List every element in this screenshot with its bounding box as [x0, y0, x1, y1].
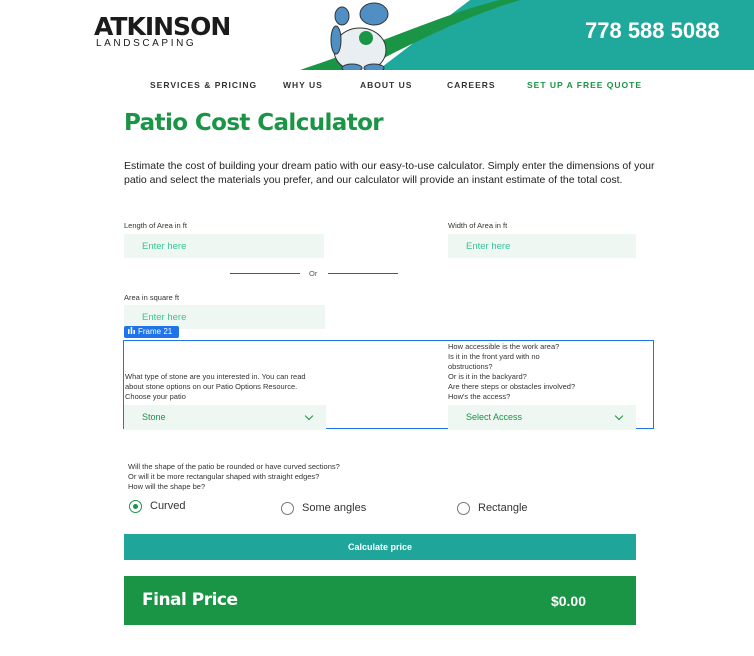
- radio-curved[interactable]: [129, 500, 142, 513]
- calculate-price-button[interactable]: Calculate price: [124, 534, 636, 560]
- access-select[interactable]: Select Access: [448, 405, 636, 430]
- access-select-value: Select Access: [466, 412, 523, 422]
- shape-question-line: Or will it be more rectangular shaped wi…: [128, 472, 320, 481]
- nav-careers[interactable]: CAREERS: [447, 80, 496, 90]
- bar-chart-icon: [128, 326, 135, 338]
- access-question-line: obstructions?: [448, 362, 493, 371]
- stone-select[interactable]: Stone: [124, 405, 326, 430]
- logo-wordmark[interactable]: ATKINSON: [94, 12, 231, 41]
- radio-rectangle-label[interactable]: Rectangle: [478, 502, 528, 514]
- frame-tag-label: Frame 21: [138, 327, 173, 336]
- logo-subtitle: LANDSCAPING: [96, 38, 197, 49]
- stone-question-line: about stone options on our Patio Options…: [125, 382, 298, 391]
- radio-some-angles[interactable]: [281, 502, 294, 515]
- mascot-illustration: [330, 2, 389, 70]
- final-price-value: $0.00: [550, 593, 586, 609]
- frame-selection-tag: Frame 21: [124, 326, 179, 338]
- stone-question: What type of stone are you interested in…: [125, 372, 306, 402]
- final-price-label: Final Price: [142, 590, 238, 610]
- divider-right: [328, 273, 398, 274]
- length-input[interactable]: [124, 234, 324, 258]
- radio-curved-label[interactable]: Curved: [150, 500, 185, 512]
- phone-number[interactable]: 778 588 5088: [585, 18, 720, 44]
- shape-question-line: How will the shape be?: [128, 482, 206, 491]
- area-label: Area in square ft: [124, 293, 180, 302]
- stone-select-value: Stone: [142, 412, 166, 422]
- access-question-line: Is it in the front yard with no: [448, 352, 540, 361]
- final-price-panel: Final Price $0.00: [124, 576, 636, 625]
- nav-services-pricing[interactable]: SERVICES & PRICING: [150, 80, 257, 90]
- shape-question: Will the shape of the patio be rounded o…: [128, 462, 340, 492]
- width-input[interactable]: [448, 234, 636, 258]
- access-question-line: Or is it in the backyard?: [448, 372, 527, 381]
- chevron-down-icon: [614, 411, 624, 421]
- access-question-line: How's the access?: [448, 392, 511, 401]
- width-label: Width of Area in ft: [448, 221, 508, 230]
- nav-free-quote[interactable]: SET UP A FREE QUOTE: [527, 80, 642, 90]
- access-question-line: Are there steps or obstacles involved?: [448, 382, 576, 391]
- chevron-down-icon: [304, 411, 314, 421]
- nav-about-us[interactable]: ABOUT US: [360, 80, 412, 90]
- shape-question-line: Will the shape of the patio be rounded o…: [128, 462, 340, 471]
- stone-question-line: What type of stone are you interested in…: [125, 372, 306, 381]
- intro-text: Estimate the cost of building your dream…: [124, 160, 655, 186]
- radio-rectangle[interactable]: [457, 502, 470, 515]
- or-label: Or: [309, 269, 318, 278]
- nav-why-us[interactable]: WHY US: [283, 80, 323, 90]
- radio-some-angles-label[interactable]: Some angles: [302, 502, 366, 514]
- length-label: Length of Area in ft: [124, 221, 187, 230]
- access-question-line: How accessible is the work area?: [448, 342, 560, 351]
- divider-left: [230, 273, 300, 274]
- access-question: How accessible is the work area? Is it i…: [448, 342, 575, 402]
- page-title: Patio Cost Calculator: [124, 110, 384, 136]
- stone-question-line: Choose your patio: [125, 392, 186, 401]
